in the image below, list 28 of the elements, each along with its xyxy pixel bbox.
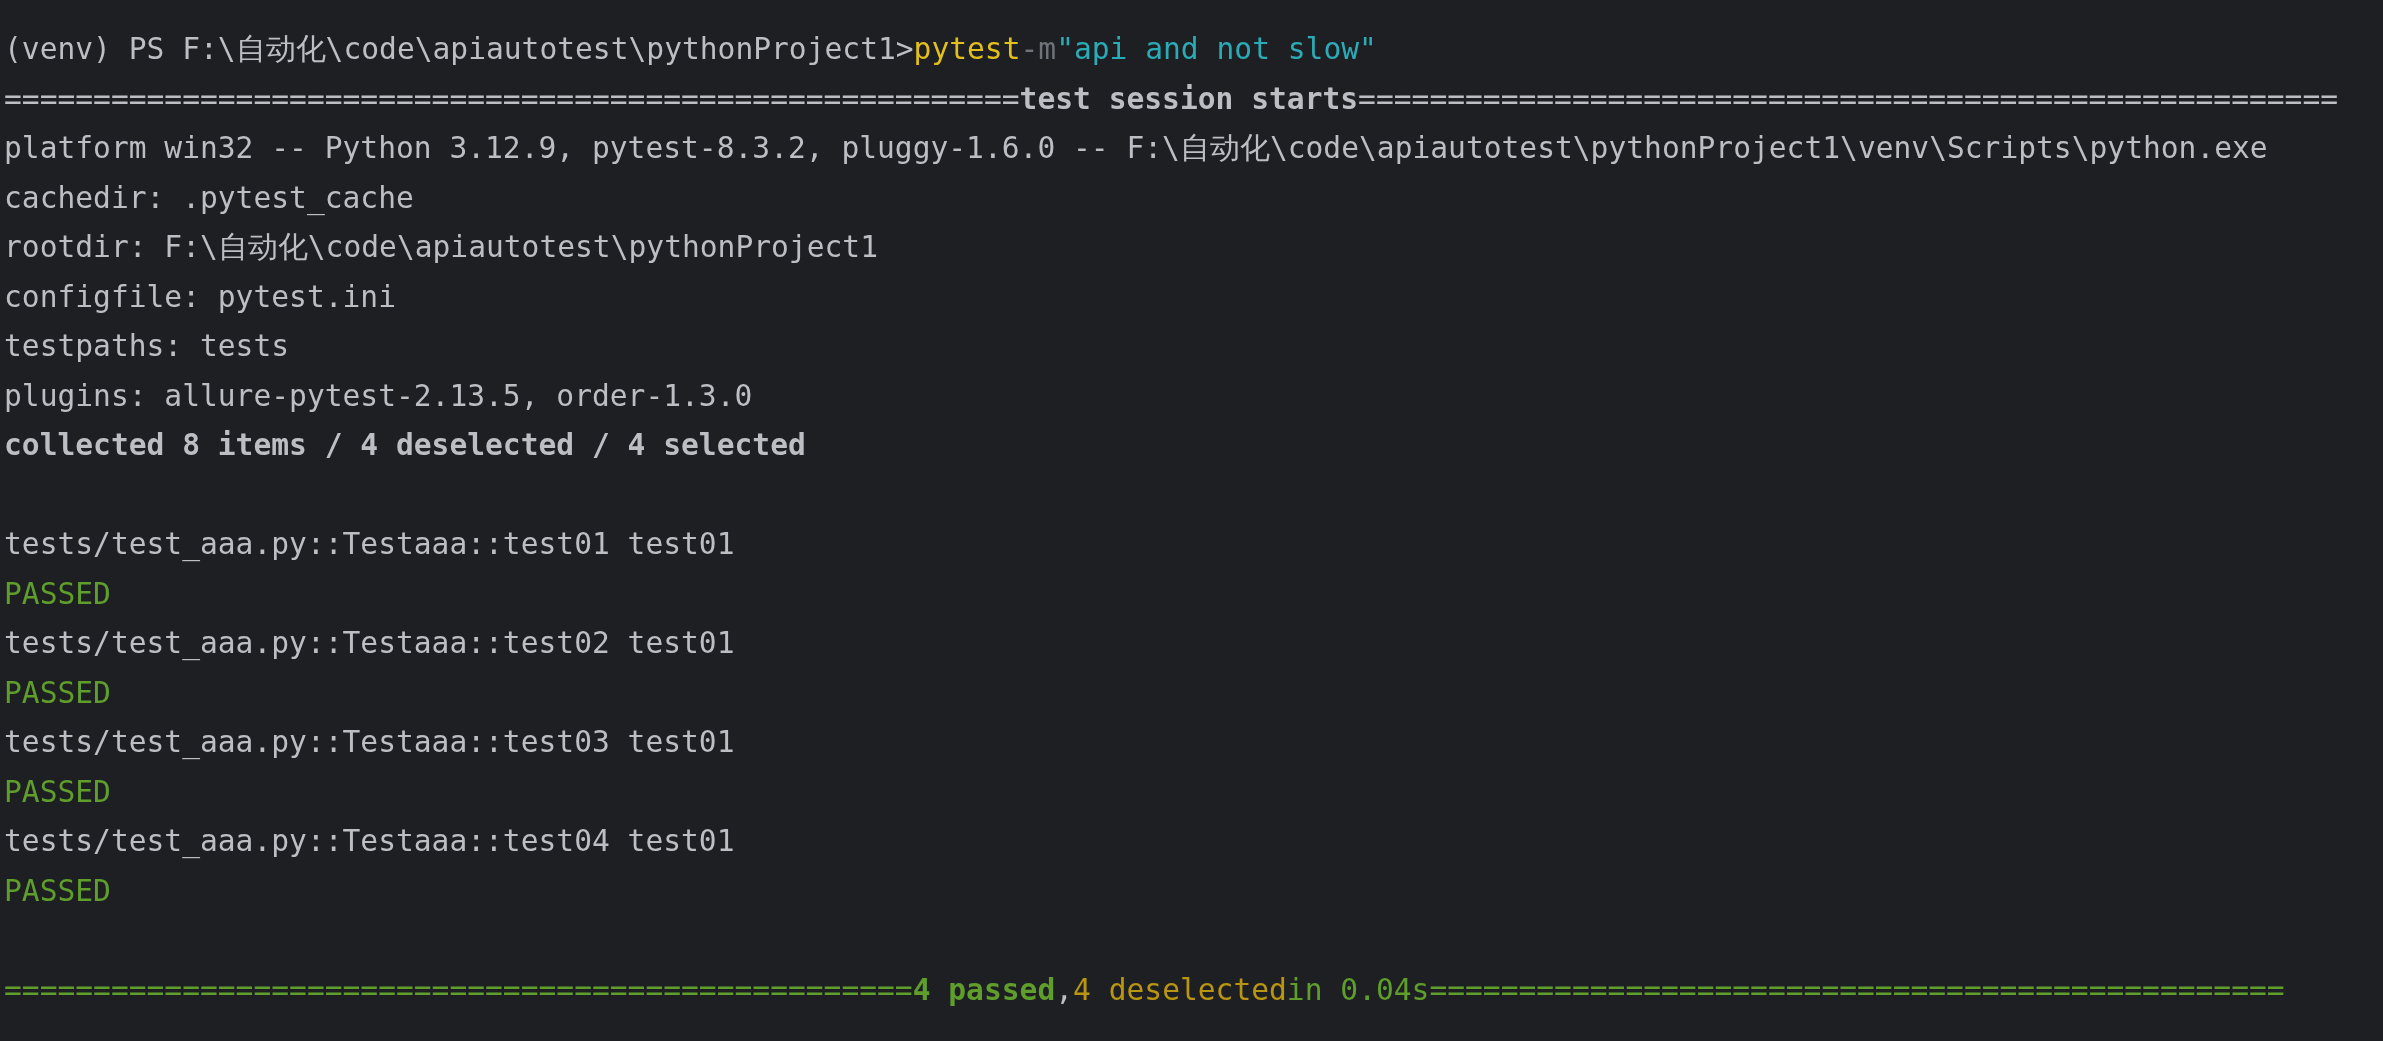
session-header-text: test session starts bbox=[1019, 81, 1359, 116]
prompt-text: (venv) PS F:\自动化\code\apiautotest\pythonProject1> bbox=[4, 32, 914, 66]
deselected-count-text: 4 deselected bbox=[1073, 972, 1287, 1007]
rule-text: ======================================================= bbox=[1358, 81, 2339, 116]
info-text: cachedir: .pytest_cache bbox=[4, 180, 414, 215]
rule-text: ========================================================= bbox=[4, 81, 1020, 116]
test-name-text: tests/test_aaa.py::Testaaa::test01 test01 bbox=[4, 527, 735, 561]
test-status-text: PASSED bbox=[4, 774, 111, 809]
passed-count-text: 4 passed bbox=[912, 972, 1056, 1007]
info-text: rootdir: F:\自动化\code\apiautotest\pythonProject1 bbox=[4, 230, 878, 264]
collected-text: collected 8 items / 4 deselected / 4 selected bbox=[4, 428, 806, 462]
test-status-text: PASSED bbox=[4, 576, 111, 611]
test-name-text: tests/test_aaa.py::Testaaa::test04 test01 bbox=[4, 824, 735, 858]
separator-text: , bbox=[1055, 972, 1074, 1007]
test-name-text: tests/test_aaa.py::Testaaa::test03 test01 bbox=[4, 725, 735, 759]
command-text: pytest bbox=[913, 32, 1021, 66]
test-status-text: PASSED bbox=[4, 675, 111, 710]
info-text: plugins: allure-pytest-2.13.5, order-1.3.0 bbox=[4, 378, 753, 413]
flag-text: -m bbox=[1020, 32, 1057, 66]
test-status-text: PASSED bbox=[4, 873, 111, 908]
rule-text: ================================================ bbox=[1429, 972, 2285, 1007]
test-name-text: tests/test_aaa.py::Testaaa::test02 test01 bbox=[4, 626, 735, 660]
info-text: configfile: pytest.ini bbox=[4, 279, 396, 314]
duration-text: in 0.04s bbox=[1286, 972, 1430, 1007]
argument-text: "api and not slow" bbox=[1056, 32, 1377, 66]
info-text: testpaths: tests bbox=[4, 329, 290, 363]
rule-text: =================================================== bbox=[4, 972, 913, 1007]
info-text: platform win32 -- Python 3.12.9, pytest-8.3.2, pluggy-1.6.0 -- F:\自动化\code\apiautotest\pythonProject1\venv\Scripts\python.exe bbox=[4, 131, 2268, 165]
